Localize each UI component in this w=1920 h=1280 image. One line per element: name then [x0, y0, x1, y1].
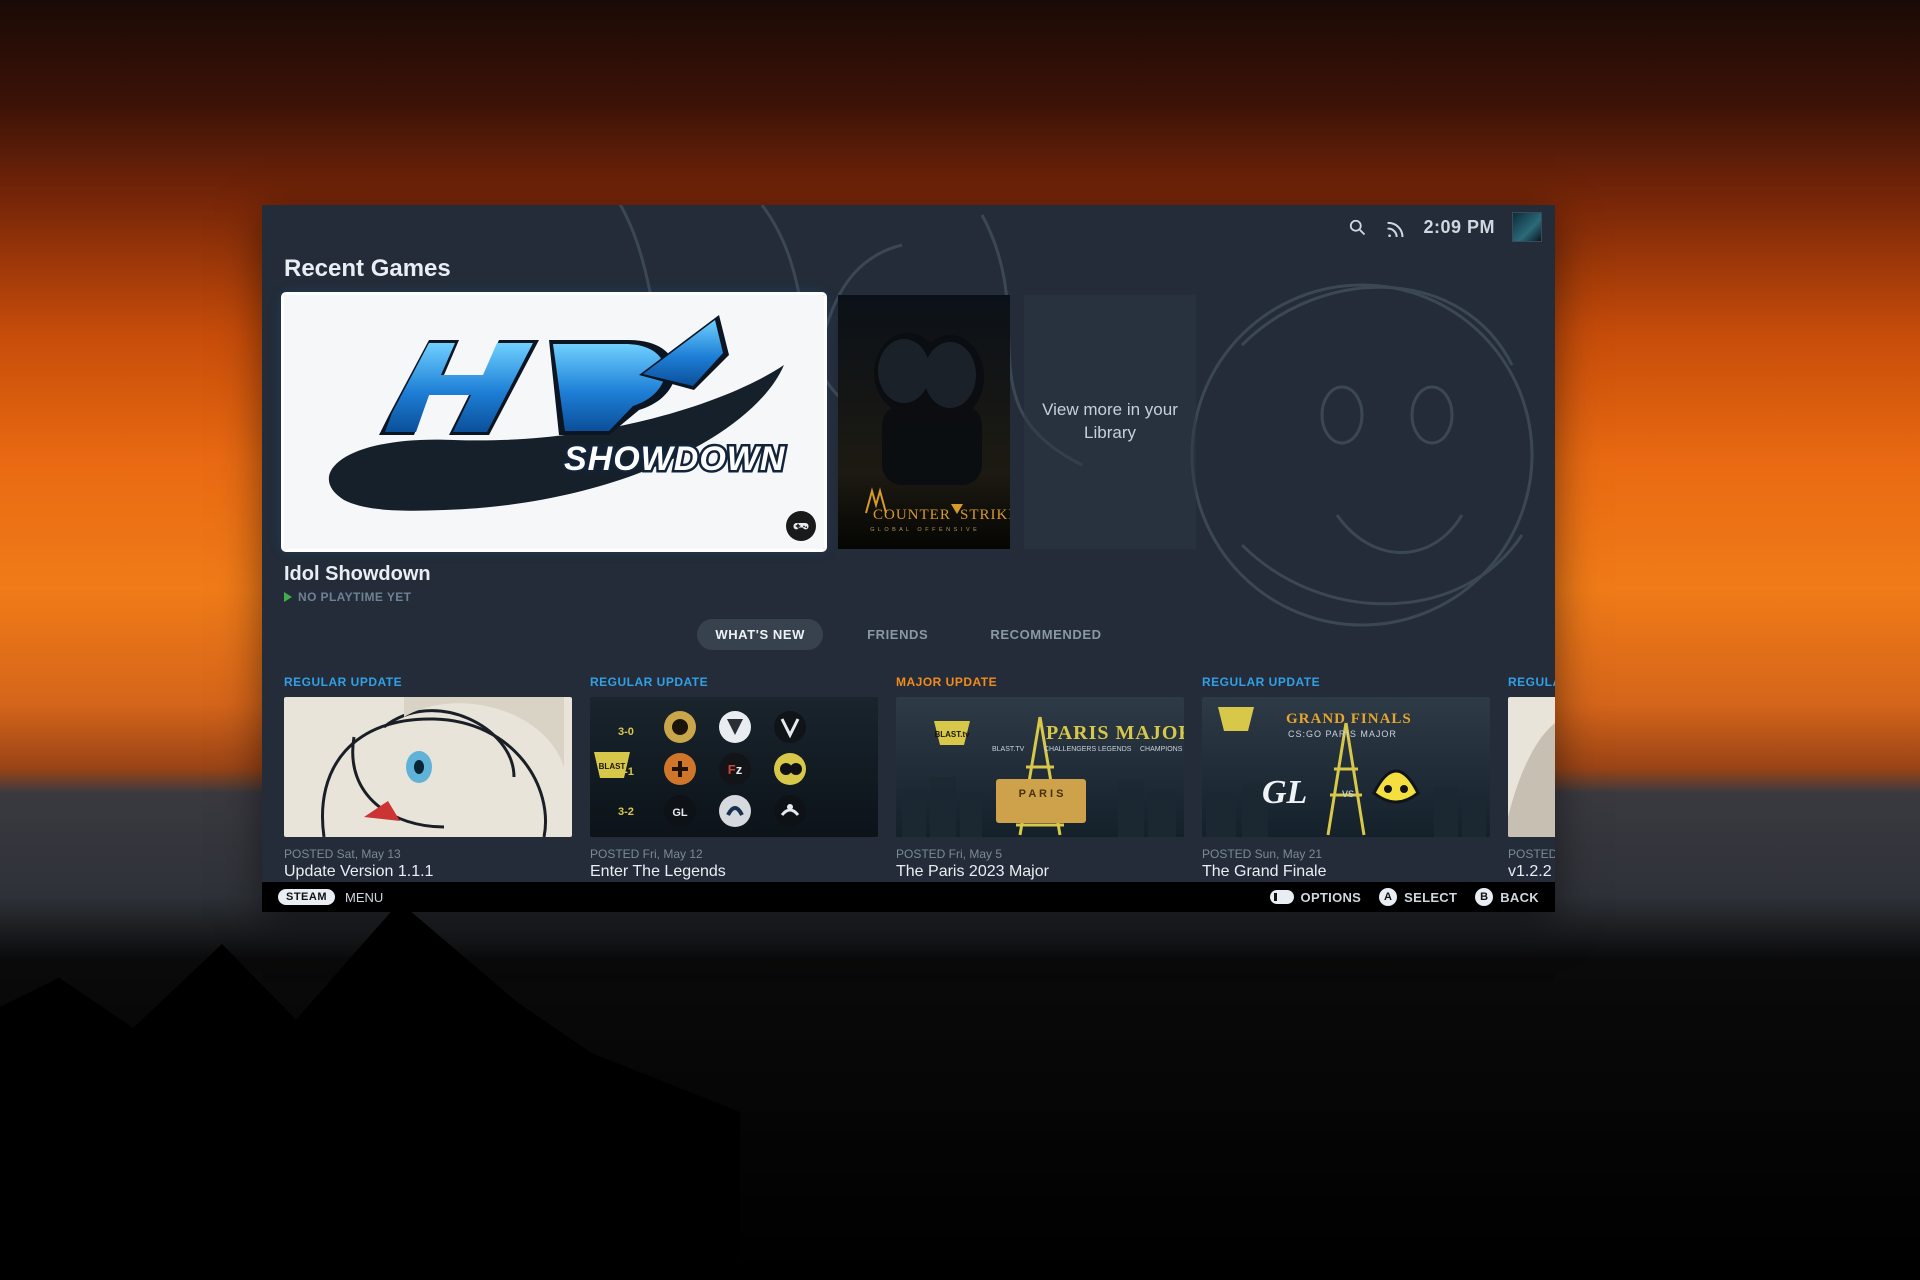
tab-whats-new[interactable]: WHAT'S NEW	[697, 619, 823, 650]
update-thumb	[284, 697, 572, 837]
update-card[interactable]: MAJOR UPDATE BLAST.tv PARIS MAJOR	[896, 675, 1184, 881]
content-tabs: WHAT'S NEW FRIENDS RECOMMENDED	[262, 619, 1555, 650]
tab-recommended[interactable]: RECOMMENDED	[972, 619, 1119, 650]
update-tag: REGULAR UPDATE	[284, 675, 572, 689]
update-tag: MAJOR UPDATE	[896, 675, 1184, 689]
game-card-selected[interactable]: SHOWDOWN	[284, 295, 824, 549]
update-thumb: BLAST.tv PARIS MAJOR BLAST.TV CHALLENGER…	[896, 697, 1184, 837]
selected-game-title: Idol Showdown	[284, 563, 431, 586]
steam-big-picture-window: 2:09 PM Recent Games	[262, 205, 1555, 912]
update-posted: POSTED	[1508, 847, 1555, 861]
svg-text:CHALLENGERS: CHALLENGERS	[1044, 746, 1096, 753]
update-headline: Enter The Legends	[590, 863, 878, 881]
button-b-icon: B	[1475, 888, 1493, 906]
topbar: 2:09 PM	[1333, 205, 1555, 249]
update-headline: Update Version 1.1.1	[284, 863, 572, 881]
update-tag: REGULAR UPDATE	[1508, 675, 1555, 689]
update-card-truncated[interactable]: REGULAR UPDATE POSTED v1.2.2	[1508, 675, 1555, 881]
update-card[interactable]: REGULAR UPDATE 3-0 3-1 3-2 BLAST	[590, 675, 878, 881]
svg-text:BLAST.TV: BLAST.TV	[992, 746, 1025, 753]
section-title-recent-games: Recent Games	[284, 255, 451, 283]
svg-text:PARIS MAJOR: PARIS MAJOR	[1046, 722, 1184, 744]
svg-text:STRIKE: STRIKE	[960, 507, 1010, 523]
hint-select-label: SELECT	[1404, 890, 1457, 905]
selected-game-subtitle: NO PLAYTIME YET	[284, 590, 431, 604]
clock: 2:09 PM	[1423, 217, 1495, 238]
update-thumb: 3-0 3-1 3-2 BLAST Fz GL	[590, 697, 878, 837]
recent-games-row: SHOWDOWN	[284, 295, 1555, 555]
controller-icon	[786, 511, 816, 541]
view-more-label: View more in your Library	[1042, 399, 1178, 445]
svg-text:3-0: 3-0	[618, 726, 634, 738]
update-headline: v1.2.2	[1508, 863, 1555, 881]
svg-text:Fz: Fz	[728, 762, 743, 777]
svg-text:vs: vs	[1342, 786, 1354, 800]
update-posted: POSTED Sun, May 21	[1202, 847, 1490, 861]
steam-pill[interactable]: STEAM	[278, 889, 335, 905]
update-thumb: GRAND FINALS CS:GO PARIS MAJOR GL vs	[1202, 697, 1490, 837]
svg-text:GRAND FINALS: GRAND FINALS	[1286, 711, 1412, 727]
footer-bar: STEAM MENU OPTIONS A SELECT B BACK	[262, 882, 1555, 912]
update-posted: POSTED Sat, May 13	[284, 847, 572, 861]
updates-row: REGULAR UPDATE POSTED Sat, May 13 Update…	[284, 675, 1555, 881]
hint-options: OPTIONS	[1270, 890, 1362, 905]
search-icon[interactable]	[1347, 217, 1367, 237]
svg-text:SHOWDOWN: SHOWDOWN	[564, 440, 786, 478]
avatar[interactable]	[1513, 213, 1541, 241]
tab-friends[interactable]: FRIENDS	[849, 619, 946, 650]
view-more-library-button[interactable]: View more in your Library	[1024, 295, 1196, 549]
svg-text:BLAST.tv: BLAST.tv	[934, 730, 970, 739]
hint-options-label: OPTIONS	[1301, 890, 1362, 905]
broadcast-icon[interactable]	[1385, 217, 1405, 237]
hint-select: A SELECT	[1379, 888, 1457, 906]
footer-menu-label: MENU	[345, 890, 383, 905]
svg-text:P A R I S: P A R I S	[1019, 788, 1064, 800]
svg-text:COUNTER: COUNTER	[873, 507, 951, 523]
update-tag: REGULAR UPDATE	[1202, 675, 1490, 689]
options-button-icon	[1270, 890, 1294, 904]
svg-text:3-2: 3-2	[618, 806, 634, 818]
svg-text:G L O B A L O F F E N S I V: G L O B A L O F F E N S I V E	[870, 527, 978, 533]
update-posted: POSTED Fri, May 12	[590, 847, 878, 861]
svg-text:GL: GL	[672, 807, 688, 819]
update-headline: The Paris 2023 Major	[896, 863, 1184, 881]
button-a-icon: A	[1379, 888, 1397, 906]
svg-text:LEGENDS: LEGENDS	[1098, 746, 1132, 753]
update-headline: The Grand Finale	[1202, 863, 1490, 881]
svg-text:GL: GL	[1262, 774, 1307, 811]
svg-text:CHAMPIONS: CHAMPIONS	[1140, 746, 1183, 753]
update-card[interactable]: REGULAR UPDATE POSTED Sat, May 13 Update…	[284, 675, 572, 881]
hint-back-label: BACK	[1500, 890, 1539, 905]
hint-back: B BACK	[1475, 888, 1539, 906]
update-tag: REGULAR UPDATE	[590, 675, 878, 689]
selected-game-meta: Idol Showdown NO PLAYTIME YET	[284, 563, 431, 604]
svg-text:CS:GO PARIS MAJOR: CS:GO PARIS MAJOR	[1288, 729, 1397, 739]
game-card-csgo[interactable]: COUNTER STRIKE G L O B A L O F F E N S I…	[838, 295, 1010, 549]
update-thumb	[1508, 697, 1555, 837]
update-card[interactable]: REGULAR UPDATE GRAND FINALS CS:GO PARIS …	[1202, 675, 1490, 881]
svg-text:BLAST: BLAST	[599, 762, 626, 771]
update-posted: POSTED Fri, May 5	[896, 847, 1184, 861]
